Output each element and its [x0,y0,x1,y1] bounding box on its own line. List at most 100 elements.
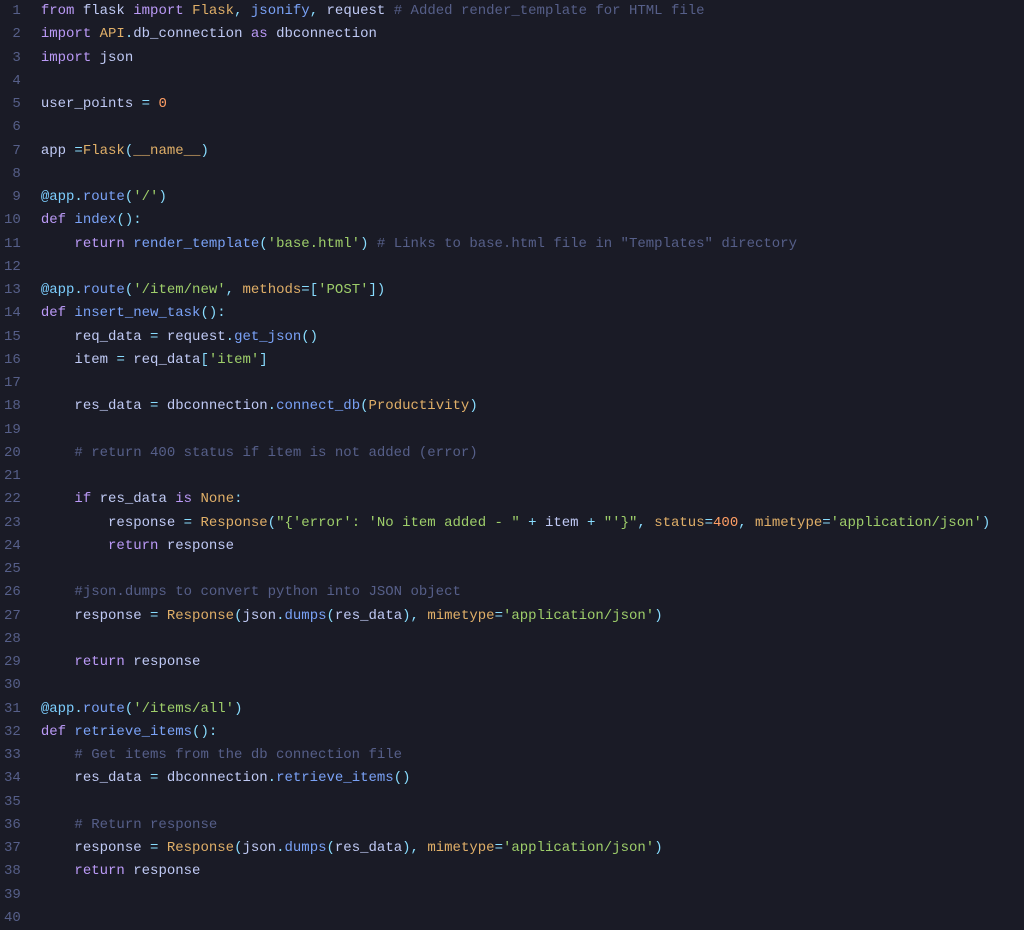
code-token: mimetype [755,515,822,531]
line-number: 9 [4,186,21,209]
code-token: response [41,608,150,624]
code-token: Flask [192,3,234,19]
code-token: , [234,3,251,19]
code-token: () [394,770,411,786]
code-line[interactable]: if res_data is None: [41,488,1024,511]
code-token: = [495,840,503,856]
code-token: retrieve_items [74,724,192,740]
code-line[interactable] [41,884,1024,907]
code-token: item [545,515,587,531]
code-token: item [41,352,117,368]
code-token: =[ [301,282,318,298]
code-token: res_data [100,491,176,507]
code-line[interactable] [41,70,1024,93]
code-line[interactable] [41,372,1024,395]
line-number: 31 [4,698,21,721]
code-line[interactable]: return response [41,860,1024,883]
code-token: . [74,701,82,717]
code-token: + [587,515,604,531]
code-token [41,538,108,554]
code-token: req_data [133,352,200,368]
code-line[interactable]: # Return response [41,814,1024,837]
code-line[interactable] [41,907,1024,930]
line-number: 1 [4,0,21,23]
code-line[interactable]: return response [41,651,1024,674]
code-line[interactable]: #json.dumps to convert python into JSON … [41,581,1024,604]
code-token: app [41,143,75,159]
code-line[interactable]: # Get items from the db connection file [41,744,1024,767]
code-area[interactable]: from flask import Flask, jsonify, reques… [29,0,1024,930]
code-line[interactable] [41,558,1024,581]
code-line[interactable]: res_data = dbconnection.connect_db(Produ… [41,395,1024,418]
code-line[interactable]: # return 400 status if item is not added… [41,442,1024,465]
line-number: 34 [4,767,21,790]
code-line[interactable]: def insert_new_task(): [41,302,1024,325]
code-token: 'application/json' [831,515,982,531]
line-number: 29 [4,651,21,674]
line-number: 20 [4,442,21,465]
line-number: 30 [4,674,21,697]
code-token: return [108,538,167,554]
code-token: , [637,515,654,531]
code-line[interactable]: req_data = request.get_json() [41,326,1024,349]
code-line[interactable]: user_points = 0 [41,93,1024,116]
code-line[interactable]: return response [41,535,1024,558]
code-line[interactable]: response = Response(json.dumps(res_data)… [41,605,1024,628]
code-token: = [74,143,82,159]
code-token: ( [259,236,267,252]
code-token: = [150,329,167,345]
code-line[interactable] [41,674,1024,697]
code-token: import [41,26,100,42]
code-token: ( [125,143,133,159]
code-token: ( [125,189,133,205]
code-line[interactable] [41,791,1024,814]
code-line[interactable]: response = Response("{'error': 'No item … [41,512,1024,535]
line-number: 12 [4,256,21,279]
code-line[interactable] [41,256,1024,279]
code-token: res_data [41,398,150,414]
code-line[interactable]: response = Response(json.dumps(res_data)… [41,837,1024,860]
code-token: = [150,608,167,624]
code-line[interactable]: import json [41,47,1024,70]
code-token: = [495,608,503,624]
code-line[interactable]: @app.route('/') [41,186,1024,209]
code-editor[interactable]: 1234567891011121314151617181920212223242… [0,0,1024,930]
code-token: # Get items from the db connection file [74,747,402,763]
code-token: get_json [234,329,301,345]
code-line[interactable]: return render_template('base.html') # Li… [41,233,1024,256]
code-token: response [41,515,184,531]
code-token: @app [41,189,75,205]
code-token: is [175,491,200,507]
code-token: ), [402,840,427,856]
code-line[interactable] [41,628,1024,651]
code-line[interactable]: @app.route('/items/all') [41,698,1024,721]
code-token: mimetype [427,608,494,624]
code-token: return [74,863,133,879]
code-line[interactable]: res_data = dbconnection.retrieve_items() [41,767,1024,790]
code-line[interactable]: import API.db_connection as dbconnection [41,23,1024,46]
code-token: def [41,724,75,740]
code-line[interactable] [41,419,1024,442]
code-token: . [268,770,276,786]
code-token: (): [192,724,217,740]
code-line[interactable]: def index(): [41,209,1024,232]
code-token: (): [116,212,141,228]
code-line[interactable]: app =Flask(__name__) [41,140,1024,163]
code-token: def [41,305,75,321]
code-token: route [83,282,125,298]
line-number: 11 [4,233,21,256]
code-token: = [184,515,201,531]
code-line[interactable]: item = req_data['item'] [41,349,1024,372]
code-line[interactable] [41,116,1024,139]
code-line[interactable]: def retrieve_items(): [41,721,1024,744]
code-line[interactable]: @app.route('/item/new', methods=['POST']… [41,279,1024,302]
code-token: = [142,96,159,112]
line-number: 5 [4,93,21,116]
code-line[interactable]: from flask import Flask, jsonify, reques… [41,0,1024,23]
code-token: return [74,236,133,252]
code-token [41,445,75,461]
code-token: ( [125,282,133,298]
code-line[interactable] [41,465,1024,488]
code-token: Flask [83,143,125,159]
code-line[interactable] [41,163,1024,186]
